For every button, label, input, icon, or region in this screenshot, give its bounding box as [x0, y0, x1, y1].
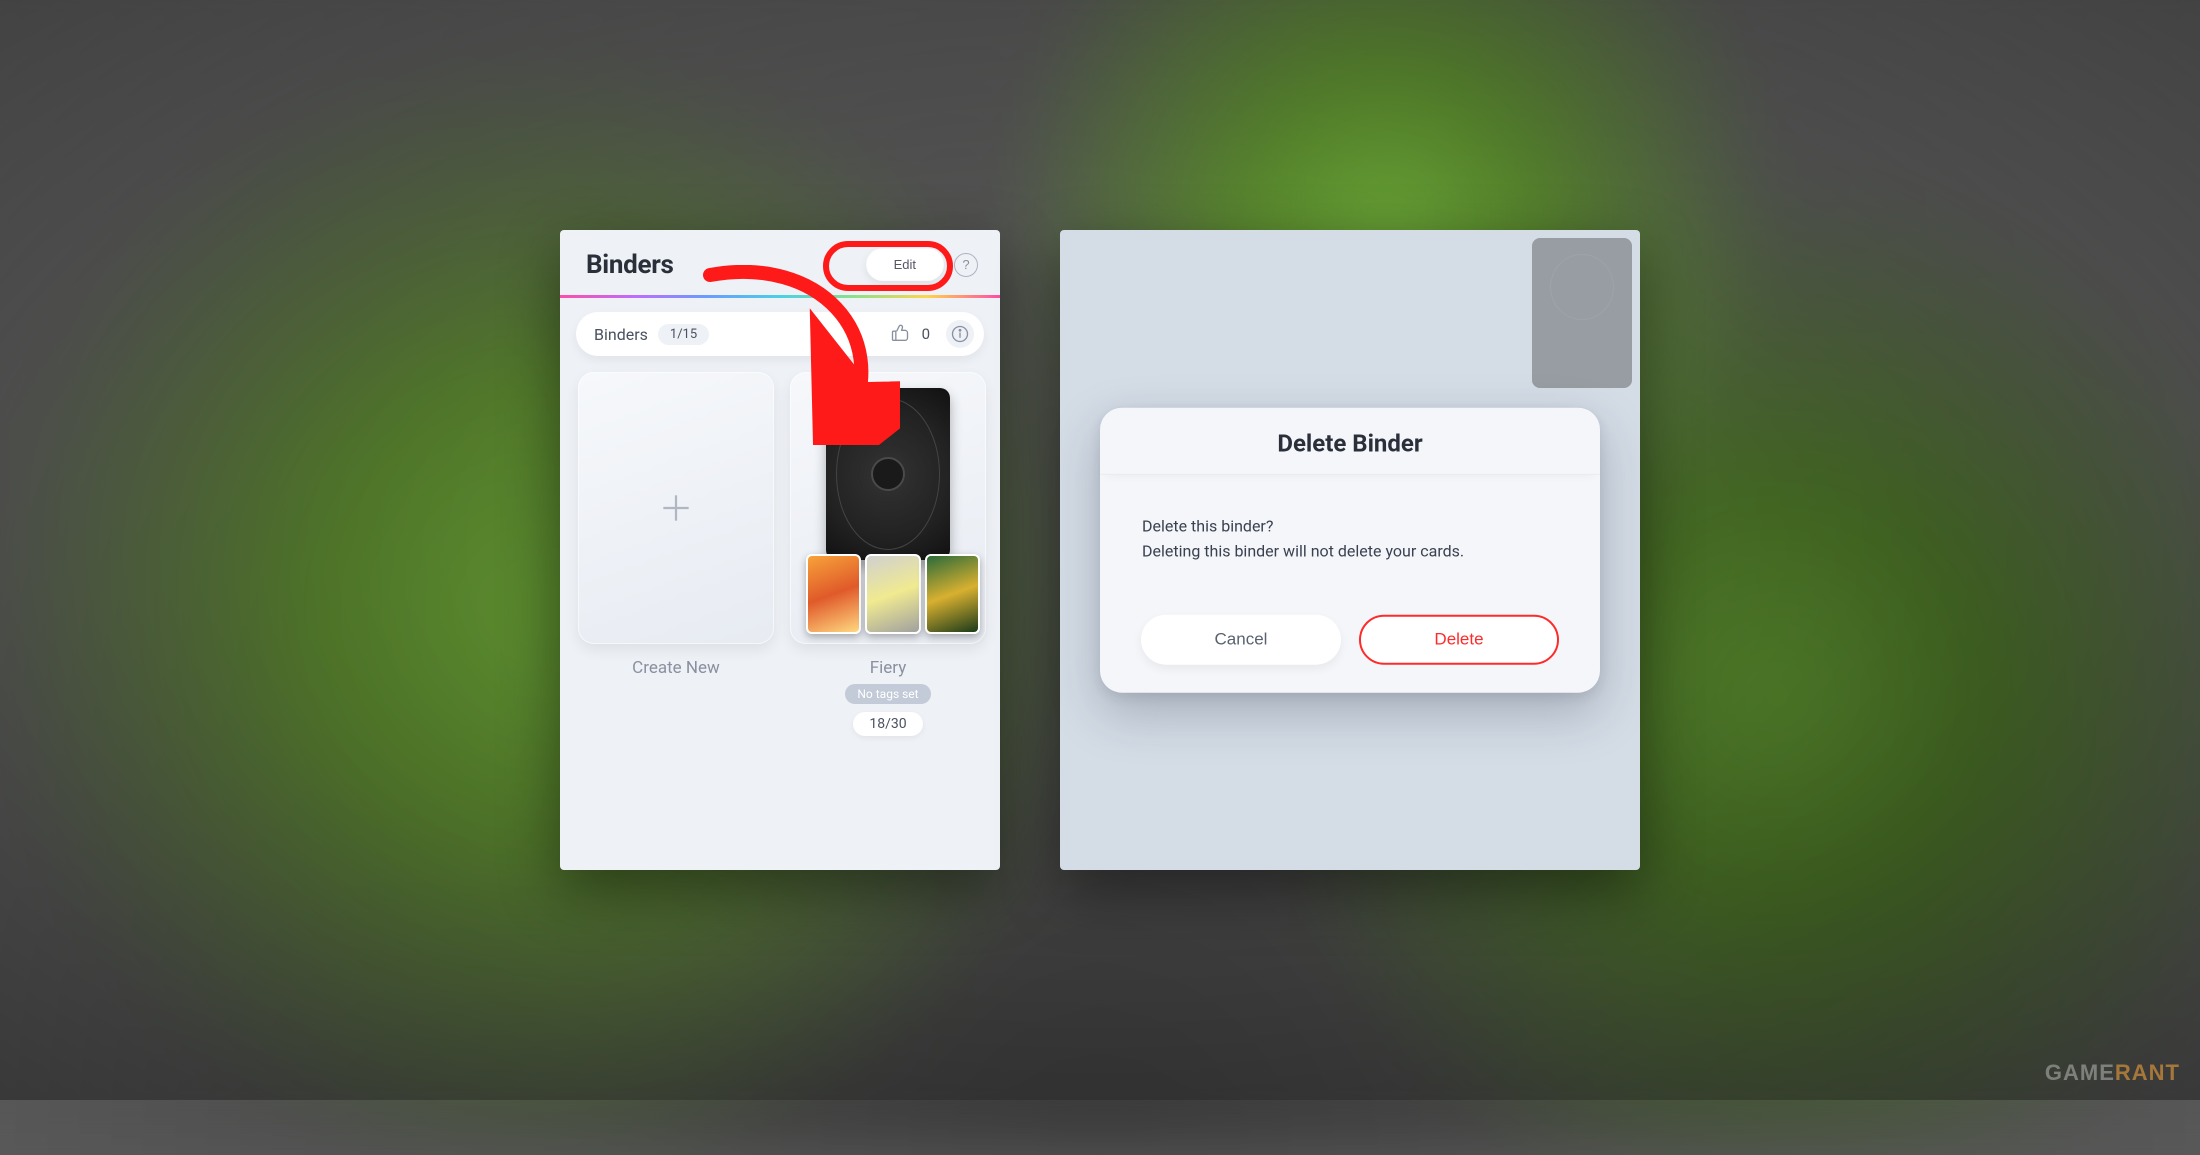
titlebar: Binders Edit ? — [560, 230, 1000, 295]
watermark: GAMERANT — [2045, 1060, 2180, 1086]
binder-preview-image — [826, 388, 950, 560]
binder-count-pill: 1/15 — [658, 324, 709, 345]
plus-icon — [657, 489, 695, 527]
dialog-body: Delete this binder? Deleting this binder… — [1100, 475, 1600, 615]
title-actions: Edit ? — [866, 248, 978, 281]
thumbs-up-icon — [890, 322, 910, 346]
stage: Binders Edit ? Binders 1/15 0 — [0, 0, 2200, 1100]
dialog-actions: Cancel Delete — [1100, 614, 1600, 664]
mini-card — [865, 554, 920, 634]
watermark-part-1: GAME — [2045, 1060, 2115, 1085]
create-new-tile: Create New — [578, 372, 774, 736]
binder-name-label: Fiery — [870, 658, 907, 678]
binder-fill-pill: 18/30 — [853, 712, 922, 736]
likes-count: 0 — [920, 325, 936, 343]
binder-tag-pill: No tags set — [845, 684, 930, 704]
dialog-title: Delete Binder — [1100, 408, 1600, 475]
stats-bar: Binders 1/15 0 — [576, 312, 984, 356]
dialog-line-2: Deleting this binder will not delete you… — [1142, 540, 1558, 565]
background-binder-image — [1532, 238, 1632, 388]
info-icon — [951, 325, 969, 343]
binder-tile: Fiery No tags set 18/30 — [790, 372, 986, 736]
dialog-line-1: Delete this binder? — [1142, 515, 1558, 540]
mini-card — [806, 554, 861, 634]
dialog-panel: Delete Binder Delete this binder? Deleti… — [1060, 230, 1640, 870]
binders-panel: Binders Edit ? Binders 1/15 0 — [560, 230, 1000, 870]
create-new-label: Create New — [632, 658, 720, 678]
info-button[interactable] — [946, 320, 974, 348]
stats-label: Binders — [594, 325, 648, 344]
edit-button[interactable]: Edit — [866, 248, 944, 281]
cancel-button[interactable]: Cancel — [1141, 614, 1341, 664]
rainbow-divider — [560, 295, 1000, 298]
delete-binder-dialog: Delete Binder Delete this binder? Deleti… — [1100, 408, 1600, 693]
binder-mini-cards — [806, 554, 980, 634]
create-new-button[interactable] — [578, 372, 774, 644]
delete-button[interactable]: Delete — [1359, 614, 1559, 664]
help-button[interactable]: ? — [954, 253, 978, 277]
mini-card — [925, 554, 980, 634]
page-title: Binders — [586, 250, 674, 280]
watermark-part-2: RANT — [2115, 1060, 2180, 1085]
binder-grid: Create New Fiery No tags set 18/30 — [560, 366, 1000, 742]
binder-open-button[interactable] — [790, 372, 986, 644]
